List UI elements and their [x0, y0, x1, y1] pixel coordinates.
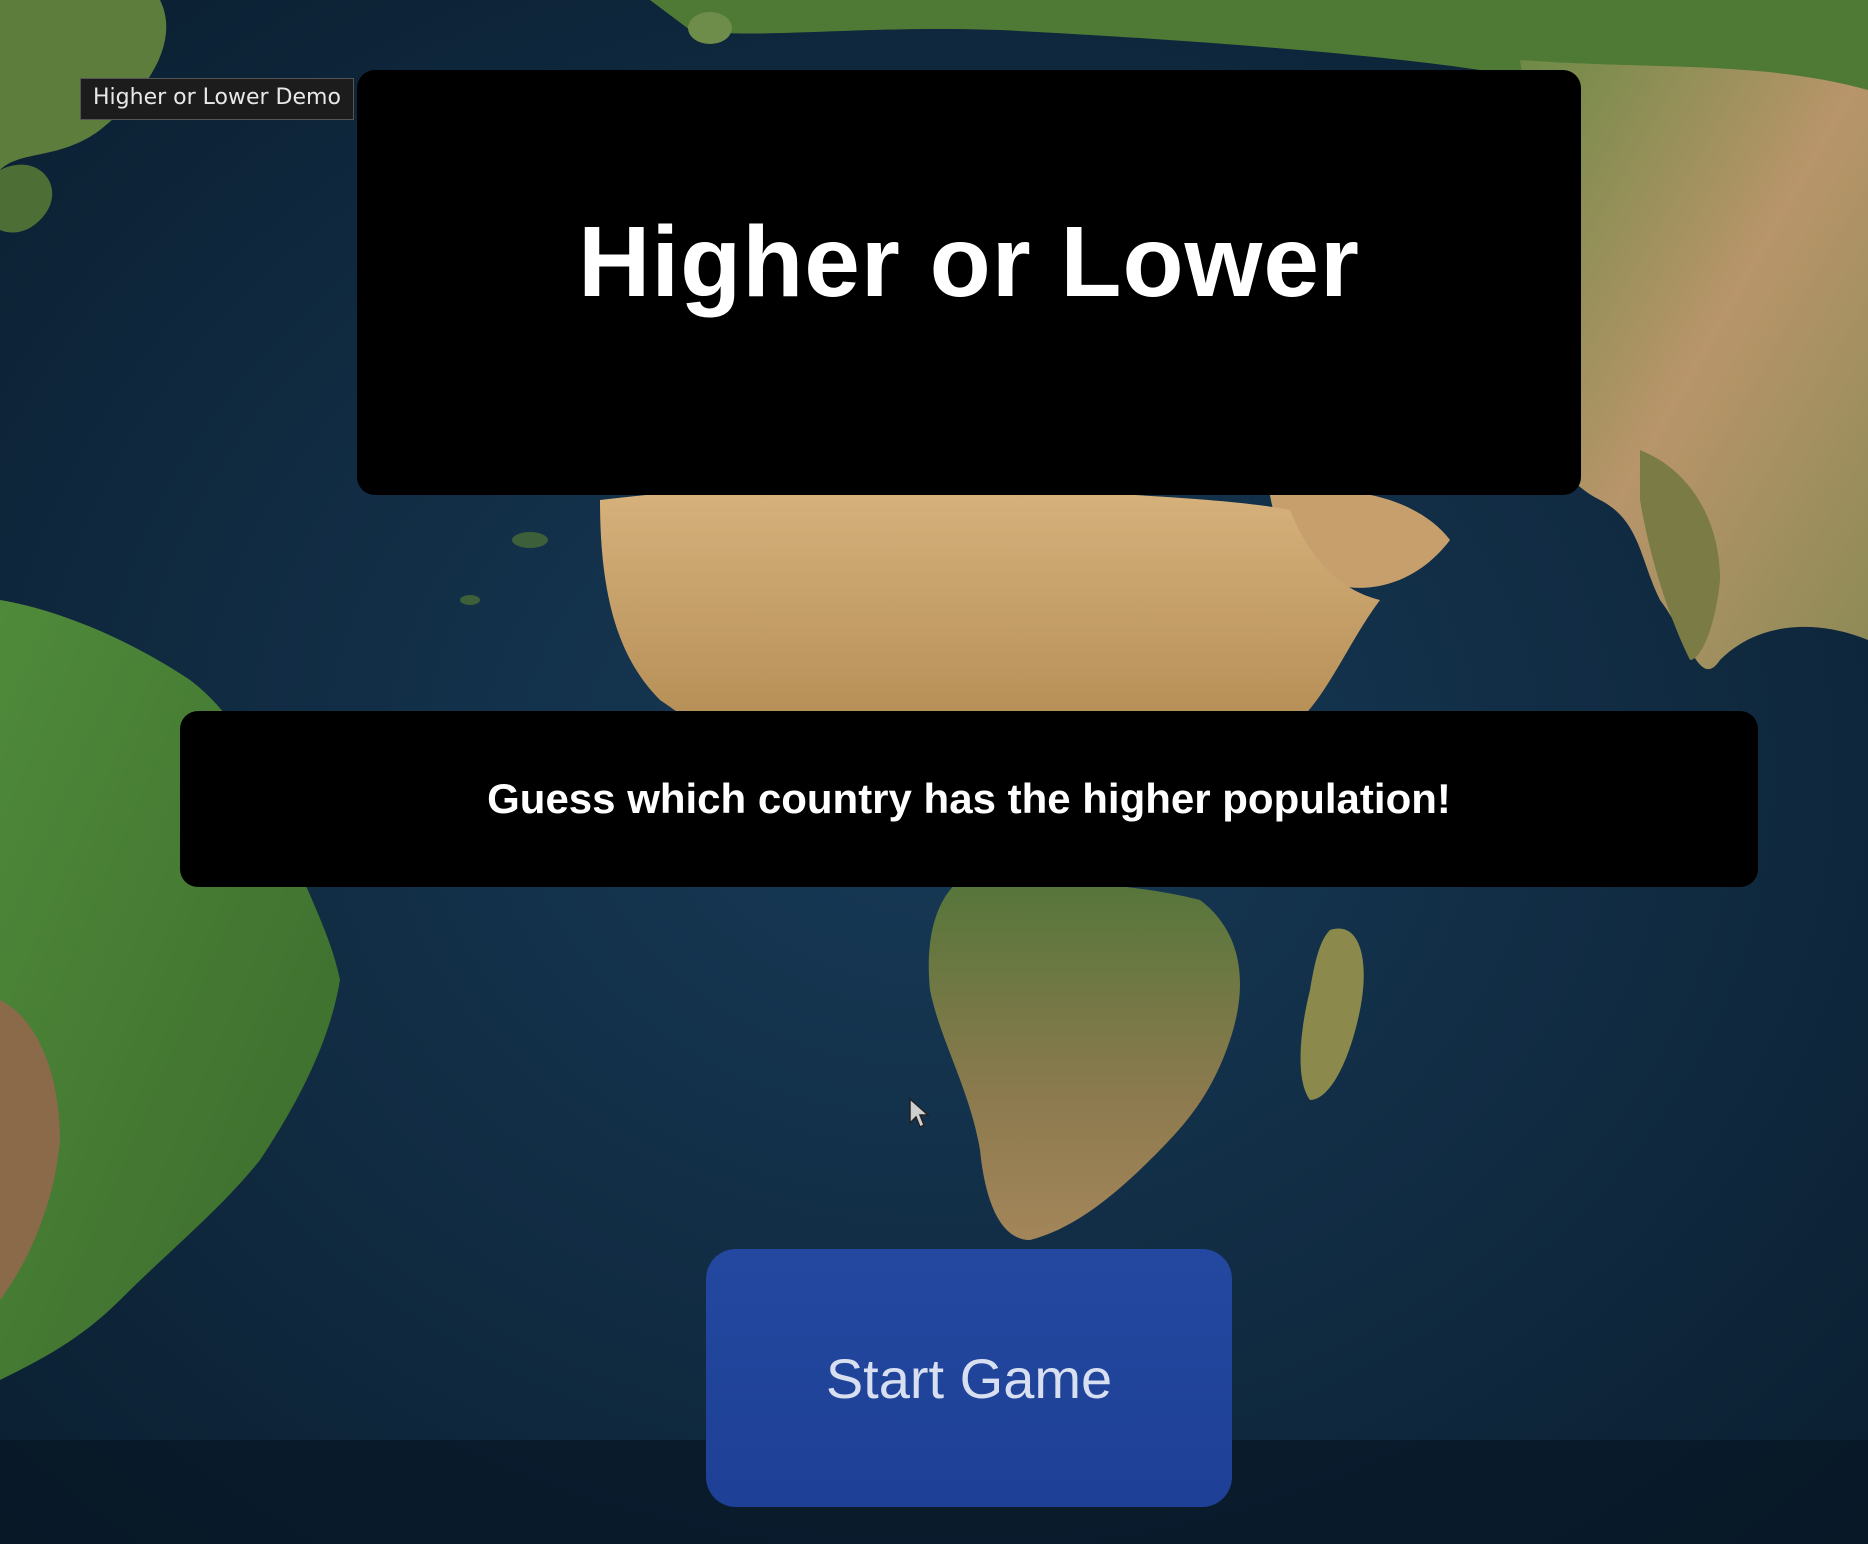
game-title: Higher or Lower	[578, 206, 1360, 318]
title-panel: Higher or Lower	[357, 70, 1581, 495]
start-game-button[interactable]: Start Game	[706, 1249, 1232, 1507]
instructions-panel: Guess which country has the higher popul…	[180, 711, 1758, 887]
mouse-cursor-icon	[909, 1097, 930, 1129]
window-tooltip: Higher or Lower Demo	[80, 78, 354, 120]
instructions-text: Guess which country has the higher popul…	[487, 775, 1451, 822]
